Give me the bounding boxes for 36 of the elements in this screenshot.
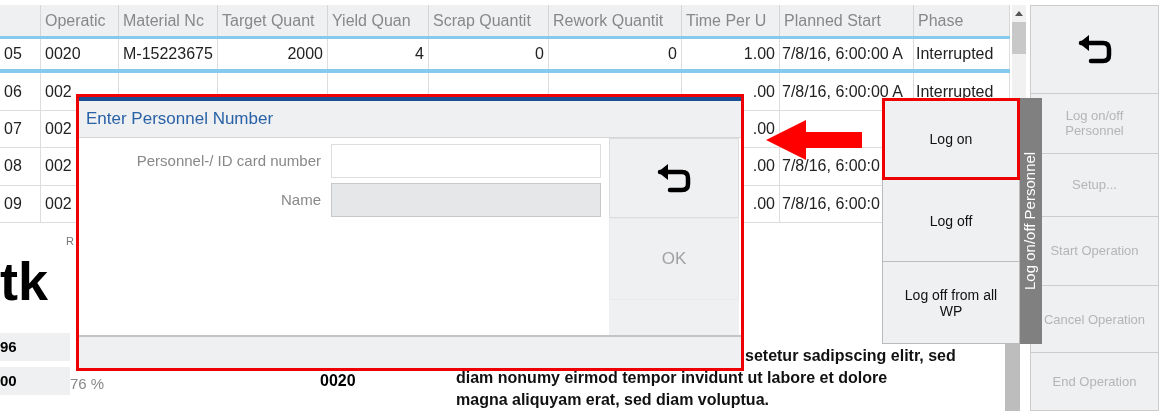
table-cell: 1.00 xyxy=(743,45,775,63)
report-heading: tk xyxy=(0,251,48,311)
table-cell: 7/8/16, 6:00:00 A xyxy=(782,45,903,63)
field-label: Personnel-/ ID card number xyxy=(136,152,321,169)
table-cell: Interrupted xyxy=(916,45,994,63)
row-number: 00 xyxy=(0,367,70,395)
report-label: R xyxy=(66,235,75,247)
table-cell: 09 xyxy=(4,194,22,212)
table-cell: .00 xyxy=(752,194,775,212)
field-label: Name xyxy=(281,191,321,208)
table-cell: 002 xyxy=(45,157,72,175)
table-cell: 0 xyxy=(668,45,677,63)
table-cell: 7/8/16, 6:00:00 A xyxy=(782,82,903,100)
table-cell: .00 xyxy=(752,82,775,100)
table-cell: M-15223675 xyxy=(123,45,213,63)
table-cell: 08 xyxy=(4,157,22,175)
row-number: 96 xyxy=(0,333,70,361)
table-cell: 2000 xyxy=(287,45,323,63)
table-cell: .00 xyxy=(752,157,775,175)
table-cell: 002 xyxy=(45,194,72,212)
table-cell: 05 xyxy=(4,45,22,63)
table-cell: 7/8/16, 6:00:0 xyxy=(782,157,880,175)
operation-number: 0020 xyxy=(320,371,356,391)
table-cell: 0020 xyxy=(45,45,81,63)
table-cell: 0 xyxy=(535,45,544,63)
dialog-title: Enter Personnel Number xyxy=(79,97,741,138)
table-cell: 06 xyxy=(4,82,22,100)
table-cell: 4 xyxy=(415,45,424,63)
table-cell: 002 xyxy=(45,119,72,137)
table-cell: 7/8/16, 6:00:0 xyxy=(782,194,880,212)
table-cell: 07 xyxy=(4,119,22,137)
paragraph: setetur sadipscing elitr, sed diam nonumy eirmod tempor invidunt ut labore et dolore magna aliquyam erat, sed diam voluptua. xyxy=(456,346,956,407)
table-cell: 002 xyxy=(45,82,72,100)
table-cell: .00 xyxy=(752,119,775,137)
table-cell: Interrupted xyxy=(916,82,994,100)
percentage: 76 % xyxy=(70,374,106,394)
